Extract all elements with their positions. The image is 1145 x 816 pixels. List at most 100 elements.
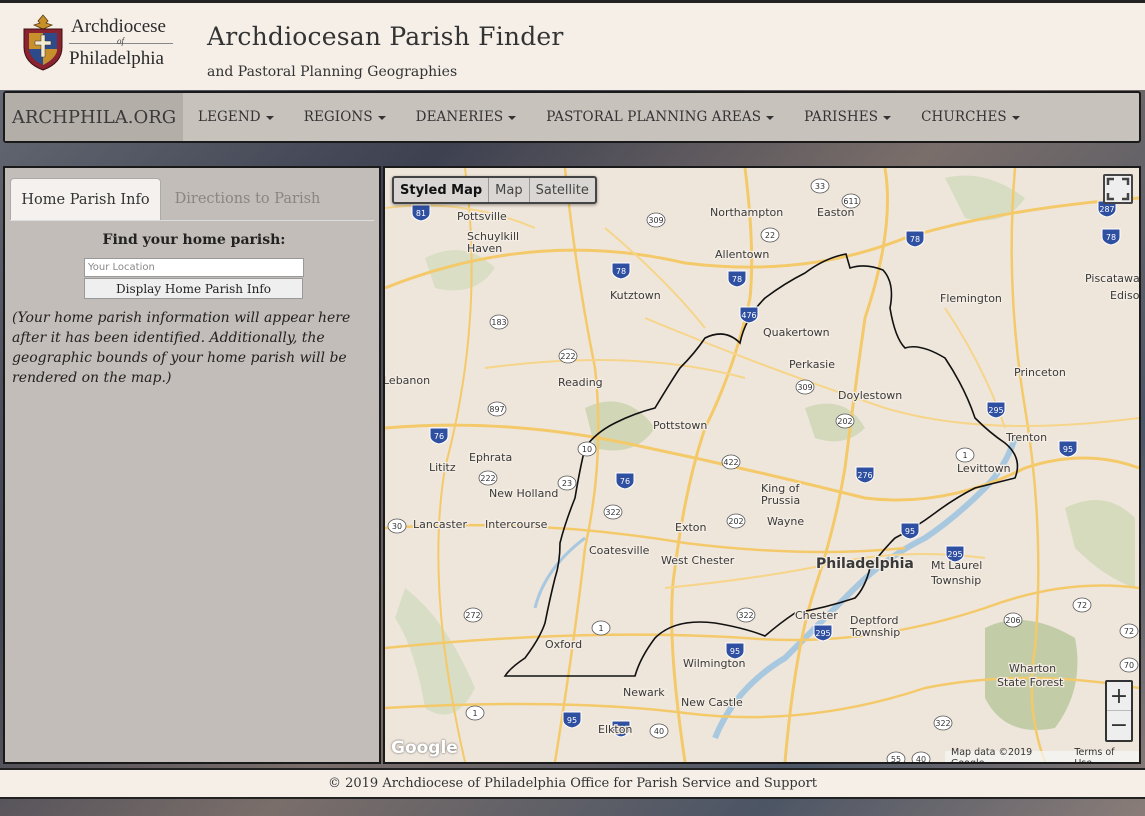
highway-shield-icon: 78 (905, 230, 925, 248)
place-label: Wharton (1009, 662, 1056, 675)
nav-dropdown-deaneries[interactable]: DEANERIES (401, 109, 532, 125)
place-label: Intercourse (485, 518, 548, 531)
highway-number: 276 (857, 471, 872, 480)
highway-number: 897 (489, 405, 504, 414)
map-container[interactable]: 81 309 33 611 22 287 78 78 78 476 78 183 222 309 897 20… (383, 166, 1141, 764)
highway-shield-icon: 322 (603, 504, 623, 520)
map-button[interactable]: Map (489, 178, 530, 202)
google-logo[interactable]: Google (391, 738, 458, 758)
place-label: Wayne (767, 515, 804, 528)
highway-shield-icon: 95 (562, 711, 582, 729)
main-navbar: ARCHPHILA.ORG LEGEND REGIONS DEANERIES P… (3, 91, 1141, 143)
tab-home-parish-info[interactable]: Home Parish Info (10, 178, 161, 220)
place-label: Quakertown (763, 326, 830, 339)
find-parish-heading: Find your home parish: (102, 232, 286, 248)
place-label: Trenton (1005, 431, 1047, 444)
highway-number: 30 (392, 522, 402, 531)
highway-number: 23 (562, 479, 572, 488)
archdiocese-logo[interactable]: Archdiocese of Philadelphia (22, 13, 182, 75)
nav-dropdown-parishes[interactable]: PARISHES (789, 109, 906, 125)
place-label: Pottsville (457, 210, 507, 223)
zoom-out-button[interactable]: − (1107, 711, 1131, 740)
tab-directions-to-parish[interactable]: Directions to Parish (170, 178, 325, 220)
zoom-in-button[interactable]: + (1107, 682, 1131, 711)
place-label: Wilmington (683, 657, 746, 670)
place-label: Allentown (715, 248, 769, 261)
highway-shield-icon: 272 (463, 607, 483, 623)
highway-shield-icon: 30 (387, 518, 407, 534)
nav-label: DEANERIES (415, 109, 504, 125)
highway-number: 202 (728, 517, 743, 526)
terms-of-use-link[interactable]: Terms of Use (1074, 747, 1133, 762)
highway-shield-icon: 22 (760, 227, 780, 243)
place-label: Lititz (429, 461, 456, 474)
highway-shield-icon: 76 (615, 472, 635, 490)
fullscreen-button[interactable] (1103, 174, 1133, 204)
page-title: Archdiocesan Parish Finder (207, 22, 564, 51)
highway-number: 272 (465, 611, 480, 620)
highway-shield-icon: 295 (986, 401, 1006, 419)
highway-number: 322 (605, 508, 620, 517)
brand-link[interactable]: ARCHPHILA.ORG (5, 93, 183, 141)
satellite-button[interactable]: Satellite (530, 178, 595, 202)
nav-dropdown-pastoral-planning-areas[interactable]: PASTORAL PLANNING AREAS (531, 109, 789, 125)
highway-shield-icon: 76 (429, 427, 449, 445)
highway-number: 78 (1106, 233, 1116, 242)
highway-number: 222 (560, 352, 575, 361)
highway-number: 81 (416, 209, 426, 218)
place-label: Ediso (1110, 289, 1139, 302)
place-label: Oxford (545, 638, 582, 651)
nav-label: CHURCHES (921, 109, 1007, 125)
highway-number: 95 (905, 527, 915, 536)
highway-shield-icon: 309 (795, 379, 815, 395)
place-label: West Chester (661, 554, 735, 567)
highway-shield-icon: 70 (1119, 657, 1139, 673)
caret-down-icon (1011, 115, 1020, 120)
highway-shield-icon: 72 (1119, 623, 1139, 639)
place-label: Reading (558, 376, 603, 389)
nav-dropdown-legend[interactable]: LEGEND (183, 109, 289, 125)
highway-shield-icon: 81 (411, 204, 431, 222)
highway-number: 1 (472, 709, 477, 718)
highway-shield-icon: 322 (736, 607, 756, 623)
styled-map-button[interactable]: Styled Map (394, 178, 490, 202)
logo-text-philadelphia: Philadelphia (69, 48, 164, 69)
nav-dropdown-churches[interactable]: CHURCHES (906, 109, 1035, 125)
logo-text-of: of (117, 36, 125, 46)
highway-number: 78 (732, 275, 742, 284)
highway-number: 295 (947, 550, 962, 559)
highway-number: 72 (1124, 627, 1134, 636)
place-label: Princeton (1014, 366, 1066, 379)
place-label: Township (930, 574, 981, 587)
place-label: Mt Laurel (931, 559, 982, 572)
place-label: Easton (817, 206, 854, 219)
nav-dropdown-regions[interactable]: REGIONS (289, 109, 401, 125)
highway-shield-icon: 40 (649, 723, 669, 739)
display-home-parish-button[interactable]: Display Home Parish Info (84, 278, 303, 299)
highway-number: 611 (843, 197, 858, 206)
highway-number: 1 (962, 451, 967, 460)
highway-shield-icon: 33 (810, 178, 830, 194)
highway-number: 1 (598, 624, 603, 633)
highway-number: 222 (480, 474, 495, 483)
location-input[interactable] (84, 258, 304, 277)
highway-number: 76 (434, 432, 444, 441)
page-subtitle: and Pastoral Planning Geographies (207, 64, 458, 80)
map-canvas[interactable]: 81 309 33 611 22 287 78 78 78 476 78 183 222 309 897 20… (385, 168, 1139, 762)
caret-down-icon (766, 115, 775, 120)
zoom-control: + − (1105, 680, 1133, 742)
panel-tabs: Home Parish Info Directions to Parish (10, 176, 374, 221)
highway-number: 33 (815, 182, 825, 191)
place-label: Ephrata (469, 451, 512, 464)
caret-down-icon (508, 115, 517, 120)
highway-number: 202 (837, 417, 852, 426)
highway-shield-icon: 476 (739, 306, 759, 324)
highway-shield-icon: 1 (465, 705, 485, 721)
highway-number: 10 (582, 445, 592, 454)
place-label: Haven (467, 242, 502, 255)
nav-label: LEGEND (198, 109, 261, 125)
highway-number: 40 (916, 755, 926, 762)
highway-number: 287 (1099, 205, 1114, 214)
caret-down-icon (883, 115, 892, 120)
place-label: Perkasie (789, 358, 835, 371)
